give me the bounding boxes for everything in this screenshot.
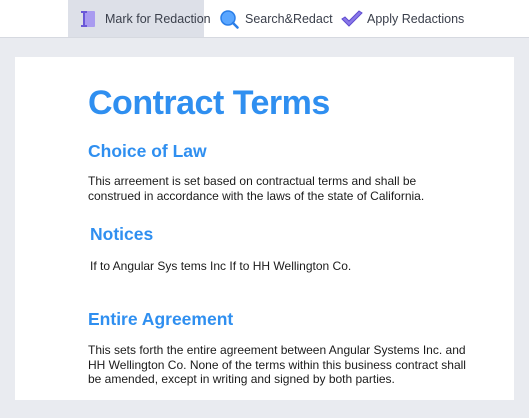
text-line: HH Wellington Co. None of the terms with… — [88, 357, 466, 372]
section-text-choice-of-law: This arreement is set based on contractu… — [88, 174, 478, 203]
text-cursor-mark-icon — [79, 9, 99, 29]
checkmark-icon — [341, 9, 363, 29]
search-and-redact-button[interactable]: Search&Redact — [219, 0, 333, 37]
magnifier-icon — [219, 9, 239, 29]
text-line: This arreement is set based on contractu… — [88, 174, 417, 188]
apply-redactions-label: Apply Redactions — [367, 11, 465, 26]
section-heading-choice-of-law: Choice of Law — [88, 141, 207, 161]
text-line: This sets forth the entire agreement bet… — [88, 343, 466, 357]
text-line: If to Angular Sys tems Inc If to HH Well… — [90, 259, 352, 273]
document-title: Contract Terms — [88, 84, 330, 122]
text-line: construed in accordance with the laws of… — [88, 188, 425, 203]
section-heading-notices: Notices — [90, 224, 154, 244]
section-text-entire-agreement: This sets forth the entire agreement bet… — [88, 343, 478, 387]
section-text-notices: If to Angular Sys tems Inc If to HH Well… — [90, 259, 480, 274]
apply-redactions-button[interactable]: Apply Redactions — [341, 0, 464, 37]
section-heading-entire-agreement: Entire Agreement — [88, 309, 234, 329]
search-and-redact-label: Search&Redact — [245, 11, 333, 26]
text-line: be amended, except in writing and signed… — [88, 372, 395, 386]
mark-for-redaction-label: Mark for Redaction — [105, 11, 211, 26]
redaction-toolbar: Mark for Redaction Search&Redact Apply R… — [0, 0, 529, 38]
mark-for-redaction-button[interactable]: Mark for Redaction — [68, 0, 211, 37]
